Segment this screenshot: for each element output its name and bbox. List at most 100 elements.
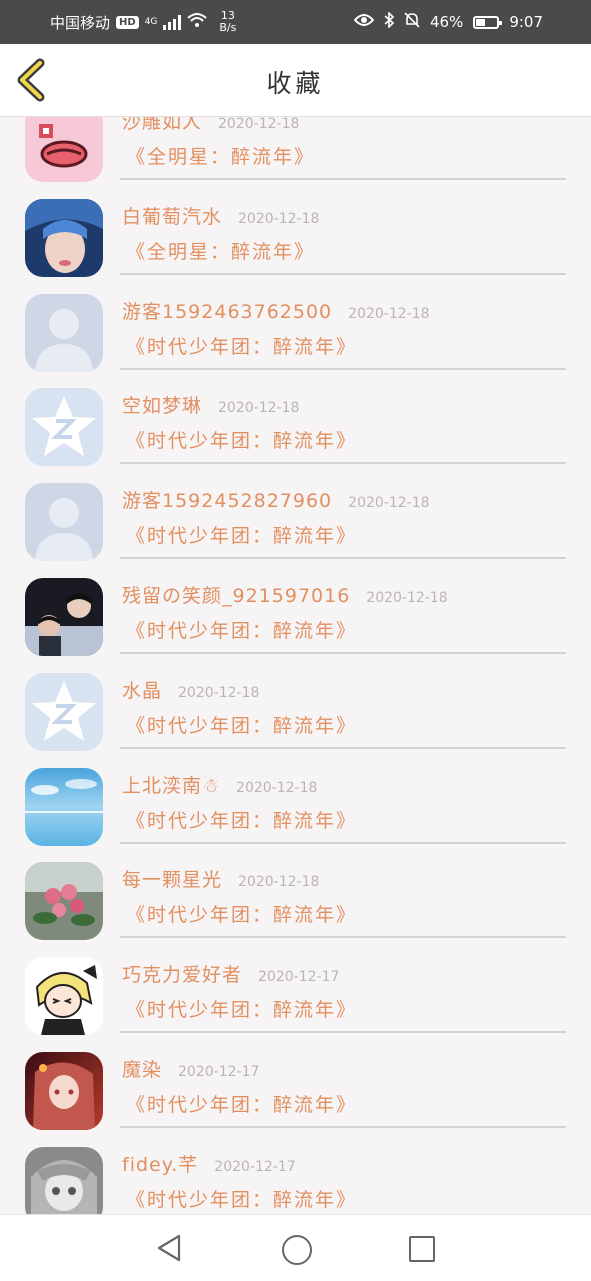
username[interactable]: 白葡萄汽水 xyxy=(122,202,222,229)
favorite-row[interactable]: 游客1592463762500 2020-12-18 《时代少年团：醉流年》 xyxy=(0,280,591,375)
favorite-meta: 上北湙南☃ 2020-12-18 xyxy=(122,771,317,798)
page-title: 收藏 xyxy=(266,69,325,98)
work-title[interactable]: 《全明星：醉流年》 xyxy=(126,237,315,264)
user-avatar[interactable] xyxy=(25,577,103,656)
user-avatar[interactable] xyxy=(25,1051,103,1130)
favorite-meta: 水晶 2020-12-18 xyxy=(122,676,259,703)
username[interactable]: 空如梦琳 xyxy=(122,391,202,418)
row-divider xyxy=(120,367,566,370)
header: 收藏 xyxy=(0,44,591,117)
user-avatar[interactable] xyxy=(25,293,103,372)
favorite-date: 2020-12-18 xyxy=(348,495,430,512)
favorite-date: 2020-12-18 xyxy=(238,210,320,227)
battery-percent: 46% xyxy=(429,13,464,31)
speed-unit: B/s xyxy=(219,21,237,34)
favorite-meta: fidey.芊 2020-12-17 xyxy=(122,1150,296,1177)
favorite-row[interactable]: 空如梦琳 2020-12-18 《时代少年团：醉流年》 xyxy=(0,374,591,469)
user-avatar[interactable] xyxy=(25,862,103,941)
work-title[interactable]: 《时代少年团：醉流年》 xyxy=(126,806,357,833)
favorite-meta: 空如梦琳 2020-12-18 xyxy=(122,391,299,418)
carrier-label: 中国移动 xyxy=(50,13,111,32)
user-avatar[interactable] xyxy=(25,1146,103,1214)
triangle-back-icon xyxy=(157,1234,181,1262)
user-avatar[interactable] xyxy=(25,388,103,467)
work-title[interactable]: 《时代少年团：醉流年》 xyxy=(126,332,357,359)
favorite-row[interactable]: 游客1592452827960 2020-12-18 《时代少年团：醉流年》 xyxy=(0,469,591,564)
favorite-date: 2020-12-18 xyxy=(218,116,300,132)
favorite-meta: 魔染 2020-12-17 xyxy=(122,1055,259,1082)
nav-recent-button[interactable] xyxy=(409,1236,435,1262)
work-title[interactable]: 《时代少年团：醉流年》 xyxy=(126,995,357,1022)
username[interactable]: 残留の笑颜_921597016 xyxy=(122,581,350,608)
favorite-date: 2020-12-18 xyxy=(348,305,430,322)
favorite-date: 2020-12-17 xyxy=(258,969,340,986)
user-avatar[interactable] xyxy=(25,198,103,277)
work-title[interactable]: 《全明星：醉流年》 xyxy=(126,142,315,169)
navigation-bar xyxy=(0,1214,591,1281)
user-avatar[interactable] xyxy=(25,767,103,846)
row-divider xyxy=(120,1031,566,1034)
user-avatar[interactable] xyxy=(25,483,103,562)
favorite-row[interactable]: 残留の笑颜_921597016 2020-12-18 《时代少年团：醉流年》 xyxy=(0,564,591,659)
row-divider xyxy=(120,651,566,654)
network-speed: 13 B/s xyxy=(219,10,236,34)
username[interactable]: 游客1592463762500 xyxy=(122,297,332,324)
work-title[interactable]: 《时代少年团：醉流年》 xyxy=(126,426,357,453)
work-title[interactable]: 《时代少年团：醉流年》 xyxy=(126,1090,357,1117)
status-right: 46% 9:07 xyxy=(353,0,543,44)
bluetooth-icon xyxy=(384,11,395,32)
network-type: 4G xyxy=(144,17,158,27)
username[interactable]: 魔染 xyxy=(122,1055,162,1082)
row-divider xyxy=(120,178,566,180)
favorite-meta: 游客1592452827960 2020-12-18 xyxy=(122,486,430,513)
username[interactable]: 上北湙南☃ xyxy=(122,771,220,798)
work-title[interactable]: 《时代少年团：醉流年》 xyxy=(126,711,357,738)
row-divider xyxy=(120,557,566,560)
user-avatar[interactable] xyxy=(25,957,103,1036)
favorite-date: 2020-12-18 xyxy=(236,779,318,796)
username[interactable]: 游客1592452827960 xyxy=(122,486,332,513)
user-avatar[interactable] xyxy=(25,116,103,182)
favorite-meta: 残留の笑颜_921597016 2020-12-18 xyxy=(122,581,448,608)
username[interactable]: 每一颗星光 xyxy=(122,865,222,892)
favorite-meta: 白葡萄汽水 2020-12-18 xyxy=(122,202,319,229)
favorite-date: 2020-12-17 xyxy=(214,1158,296,1175)
row-divider xyxy=(120,841,566,844)
row-divider xyxy=(120,462,566,465)
row-divider xyxy=(120,1125,566,1128)
favorites-list[interactable]: 沙雕如人 2020-12-18 《全明星：醉流年》 白葡萄汽水 2020-12-18 《全… xyxy=(0,116,591,1214)
work-title[interactable]: 《时代少年团：醉流年》 xyxy=(126,521,357,548)
favorite-row[interactable]: 水晶 2020-12-18 《时代少年团：醉流年》 xyxy=(0,659,591,754)
username[interactable]: 巧克力爱好者 xyxy=(122,960,242,987)
favorite-row[interactable]: 上北湙南☃ 2020-12-18 《时代少年团：醉流年》 xyxy=(0,754,591,849)
row-divider xyxy=(120,746,566,749)
username[interactable]: fidey.芊 xyxy=(122,1150,198,1177)
favorite-row[interactable]: fidey.芊 2020-12-17 《时代少年团：醉流年》 xyxy=(0,1133,591,1214)
hd-badge: HD xyxy=(116,15,139,29)
nav-home-button[interactable] xyxy=(282,1235,312,1265)
nav-back-button[interactable] xyxy=(155,1233,183,1263)
signal-icon xyxy=(163,14,182,30)
favorite-row[interactable]: 每一颗星光 2020-12-18 《时代少年团：醉流年》 xyxy=(0,848,591,943)
user-avatar[interactable] xyxy=(25,672,103,751)
favorite-date: 2020-12-18 xyxy=(238,874,320,891)
clock: 9:07 xyxy=(509,13,543,31)
favorite-row[interactable]: 白葡萄汽水 2020-12-18 《全明星：醉流年》 xyxy=(0,185,591,280)
favorite-date: 2020-12-18 xyxy=(218,400,300,417)
status-left: 中国移动 HD 4G 13 B/s xyxy=(50,0,236,44)
favorite-row[interactable]: 沙雕如人 2020-12-18 《全明星：醉流年》 xyxy=(0,116,591,185)
battery-icon xyxy=(473,15,503,29)
favorite-row[interactable]: 巧克力爱好者 2020-12-17 《时代少年团：醉流年》 xyxy=(0,943,591,1038)
favorite-date: 2020-12-18 xyxy=(366,589,448,606)
work-title[interactable]: 《时代少年团：醉流年》 xyxy=(126,1185,357,1212)
favorite-date: 2020-12-17 xyxy=(178,1063,260,1080)
status-bar: 中国移动 HD 4G 13 B/s 46% 9:07 xyxy=(0,0,591,44)
username[interactable]: 沙雕如人 xyxy=(122,116,202,134)
work-title[interactable]: 《时代少年团：醉流年》 xyxy=(126,900,357,927)
eye-icon xyxy=(353,13,375,31)
wifi-icon xyxy=(187,12,208,32)
work-title[interactable]: 《时代少年团：醉流年》 xyxy=(126,616,357,643)
username[interactable]: 水晶 xyxy=(122,676,162,703)
favorite-meta: 每一颗星光 2020-12-18 xyxy=(122,865,319,892)
favorite-row[interactable]: 魔染 2020-12-17 《时代少年团：醉流年》 xyxy=(0,1038,591,1133)
